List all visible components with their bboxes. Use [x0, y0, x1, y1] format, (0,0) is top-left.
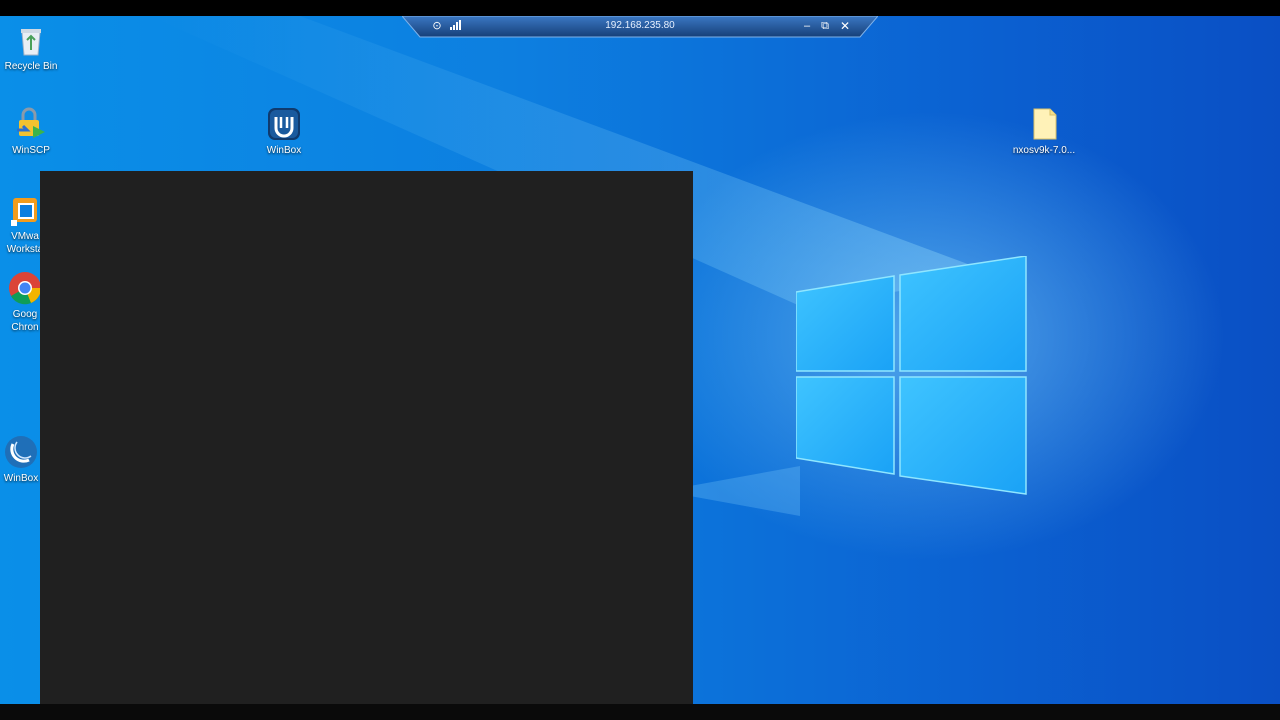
top-letterbox	[0, 0, 1280, 16]
winbox-blue-icon	[3, 434, 39, 470]
winbox-icon	[266, 106, 302, 142]
vmware-icon	[7, 192, 43, 228]
remote-desktop-connection-bar[interactable]: ⊙ 192.168.235.80 – ⧉ ✕	[402, 16, 878, 38]
file-icon	[1026, 106, 1062, 142]
desktop-icon-recycle-bin[interactable]: Recycle Bin	[0, 22, 66, 73]
desktop-icon-winscp[interactable]: WinSCP	[0, 106, 66, 157]
dark-application-window[interactable]	[40, 171, 693, 704]
close-button[interactable]: ✕	[838, 19, 852, 33]
icon-label: Recycle Bin	[4, 61, 58, 72]
icon-label: WinSCP	[12, 145, 50, 156]
desktop-icon-winbox[interactable]: WinBox	[249, 106, 319, 157]
windows-logo	[796, 256, 1027, 495]
desktop-icon-nxosv9k-file[interactable]: nxosv9k-7.0...	[1009, 106, 1079, 157]
chrome-icon	[7, 270, 43, 306]
bottom-letterbox	[0, 704, 1280, 720]
winscp-icon	[13, 106, 49, 142]
restore-button[interactable]: ⧉	[818, 19, 832, 33]
minimize-button[interactable]: –	[800, 19, 814, 33]
icon-label: WinBox	[266, 145, 302, 156]
icon-label: nxosv9k-7.0...	[1012, 145, 1076, 156]
recycle-bin-icon	[13, 22, 49, 58]
